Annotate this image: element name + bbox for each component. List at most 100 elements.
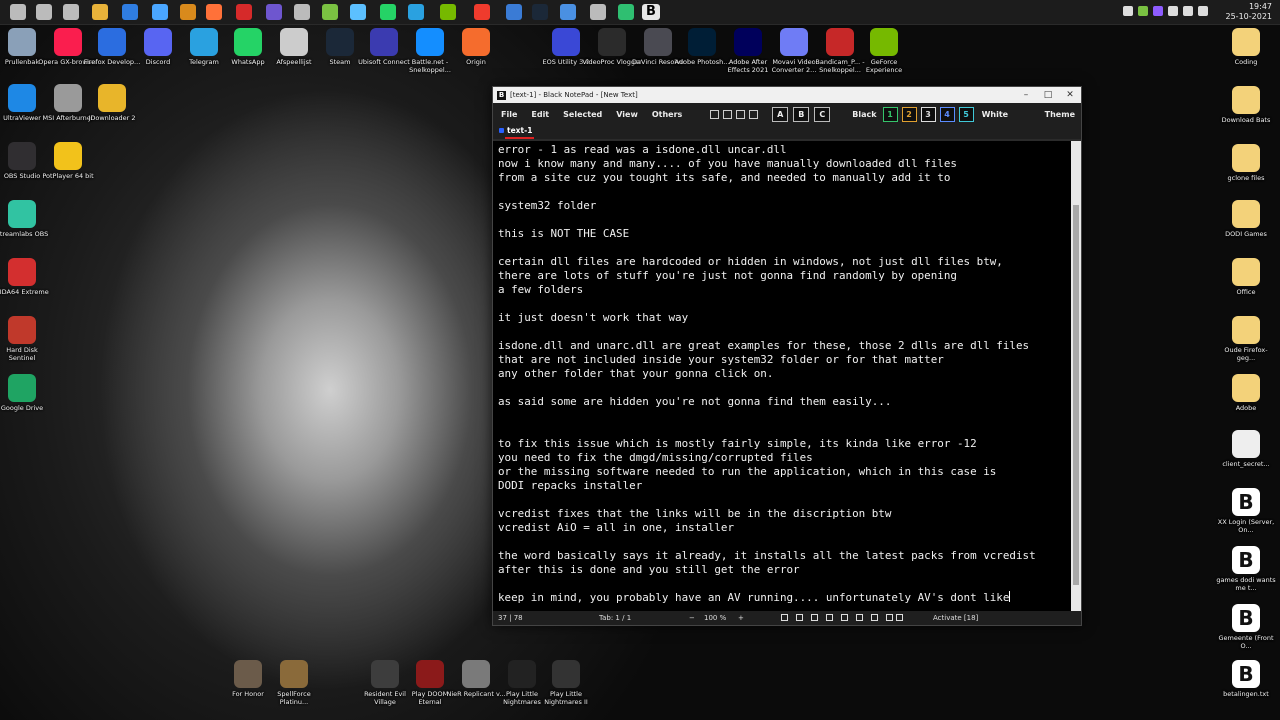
tray-app-icon[interactable] <box>1138 6 1148 16</box>
taskbar-app-icon[interactable] <box>206 4 222 20</box>
desktop-shortcut[interactable]: Hard Disk Sentinel <box>0 316 52 362</box>
taskbar-app-icon[interactable] <box>590 4 606 20</box>
desktop-shortcut[interactable]: Download Bats <box>1216 86 1276 124</box>
desktop-shortcut[interactable]: Coding <box>1216 28 1276 66</box>
desktop-shortcut[interactable]: client_secret... <box>1216 430 1276 468</box>
copy-icon[interactable] <box>723 109 733 119</box>
taskbar-app-icon[interactable] <box>408 4 424 20</box>
desktop-shortcut[interactable]: B Gemeente (Front O... <box>1216 604 1276 650</box>
desktop-shortcut[interactable]: GeForce Experience <box>854 28 914 74</box>
desktop-shortcut[interactable]: DODI Games <box>1216 200 1276 238</box>
taskbar-app-icon[interactable] <box>236 4 252 20</box>
tab-text-1[interactable]: text-1 <box>498 125 535 139</box>
taskbar-app-icon[interactable] <box>532 4 548 20</box>
taskbar-app-icon[interactable] <box>10 4 26 20</box>
black-theme-button[interactable]: Black <box>852 110 876 119</box>
color-slot-1[interactable]: 1 <box>882 106 898 122</box>
menu-edit[interactable]: Edit <box>531 110 549 119</box>
desktop-shortcut[interactable]: B XX Login (Server, On... <box>1216 488 1276 534</box>
color-slot-4[interactable]: 4 <box>939 106 955 122</box>
settings-icon[interactable] <box>781 614 788 621</box>
clock[interactable]: 19:47 25-10-2021 <box>1226 2 1273 22</box>
scrollbar-thumb[interactable] <box>1073 205 1079 585</box>
desktop-shortcut[interactable]: Streamlabs OBS <box>0 200 52 238</box>
taskbar-app-icon[interactable] <box>294 4 310 20</box>
text-editor[interactable]: error - 1 as read was a isdone.dll uncar… <box>493 141 1071 611</box>
black-notepad-window: B [text-1] - Black NotePad - [New Text] … <box>492 86 1082 626</box>
word-wrap-icon[interactable] <box>871 614 878 621</box>
color-slot-2[interactable]: 2 <box>901 106 917 122</box>
taskbar-app-icon[interactable] <box>36 4 52 20</box>
cut-icon[interactable] <box>736 109 746 119</box>
desktop-shortcut[interactable]: gclone files <box>1216 144 1276 182</box>
desktop-shortcut[interactable]: Oude Firefox-geg... <box>1216 316 1276 362</box>
taskbar-app-icon[interactable] <box>560 4 576 20</box>
taskbar-app-icon[interactable] <box>122 4 138 20</box>
desktop-shortcut[interactable]: Adobe <box>1216 374 1276 412</box>
sort-alt-icon[interactable] <box>826 614 833 621</box>
desktop-shortcut[interactable]: JDownloader 2 <box>82 84 142 122</box>
zoom-in-button[interactable]: + <box>738 614 744 622</box>
taskbar-app-icon[interactable] <box>63 4 79 20</box>
sort-icon[interactable] <box>811 614 818 621</box>
format-button-b[interactable]: B <box>793 106 810 122</box>
minimize-icon[interactable]: – <box>1015 90 1037 100</box>
taskbar-app-icon[interactable] <box>474 4 490 20</box>
taskbar-app-icon[interactable] <box>618 4 634 20</box>
desktop-shortcut[interactable]: AIDA64 Extreme <box>0 258 52 296</box>
editor-content[interactable]: error - 1 as read was a isdone.dll uncar… <box>493 141 1071 605</box>
format-button-c[interactable]: C <box>814 106 831 122</box>
playlist-icon <box>280 28 308 56</box>
app-logo-icon: B <box>497 90 506 100</box>
menu-view[interactable]: View <box>616 110 638 119</box>
black-notepad-taskbar-button[interactable]: B <box>642 4 660 20</box>
desktop-shortcut-label: XX Login (Server, On... <box>1217 518 1275 534</box>
desktop-shortcut[interactable]: Bgames dodi wants me t... <box>1216 546 1276 592</box>
vertical-scrollbar[interactable] <box>1071 141 1081 611</box>
fullscreen-icon[interactable] <box>856 614 863 621</box>
hard-disk-sentinel-icon <box>8 316 36 344</box>
desktop-shortcut[interactable]: Play Little Nightmares II <box>536 660 596 706</box>
taskbar-app-icon[interactable] <box>380 4 396 20</box>
taskbar-app-icon[interactable] <box>180 4 196 20</box>
theme-menu[interactable]: Theme <box>1045 110 1075 119</box>
menu-file[interactable]: File <box>501 110 517 119</box>
desktop-shortcut[interactable]: Bbetalingen.txt <box>1216 660 1276 698</box>
chevron-up-icon[interactable] <box>1123 6 1133 16</box>
desktop-shortcut-label: Gemeente (Front O... <box>1218 634 1274 650</box>
window-titlebar[interactable]: B [text-1] - Black NotePad - [New Text] … <box>493 87 1081 103</box>
zoom-out-button[interactable]: − <box>689 614 695 622</box>
taskbar-app-icon[interactable] <box>350 4 366 20</box>
taskbar-app-icon[interactable] <box>440 4 456 20</box>
tray-app-icon[interactable] <box>1153 6 1163 16</box>
menu-others[interactable]: Others <box>652 110 682 119</box>
close-icon[interactable]: ✕ <box>1059 90 1081 100</box>
volume-icon[interactable] <box>1183 6 1193 16</box>
taskbar-app-icon[interactable] <box>92 4 108 20</box>
taskbar-app-icon[interactable] <box>266 4 282 20</box>
language-icon[interactable] <box>1198 6 1208 16</box>
taskbar-app-icon[interactable] <box>322 4 338 20</box>
taskbar-app-icon[interactable] <box>506 4 522 20</box>
menu-selected[interactable]: Selected <box>563 110 602 119</box>
font-size-icon[interactable] <box>886 614 893 621</box>
list-icon[interactable] <box>841 614 848 621</box>
editor-line: system32 folder <box>498 199 597 212</box>
color-slot-5[interactable]: 5 <box>958 106 974 122</box>
info-icon[interactable] <box>796 614 803 621</box>
font-icon[interactable] <box>896 614 903 621</box>
maximize-icon[interactable]: □ <box>1037 90 1059 100</box>
desktop-shortcut[interactable]: Office <box>1216 258 1276 296</box>
format-button-a[interactable]: A <box>772 106 789 122</box>
color-slot-3[interactable]: 3 <box>920 106 936 122</box>
desktop-shortcut[interactable]: SpellForce Platinu... <box>264 660 324 706</box>
paste-icon[interactable] <box>749 109 759 119</box>
white-theme-button[interactable]: White <box>982 110 1009 119</box>
desktop-shortcut[interactable]: Google Drive <box>0 374 52 412</box>
desktop-shortcut[interactable]: PotPlayer 64 bit <box>38 142 98 180</box>
taskbar-app-icon[interactable] <box>152 4 168 20</box>
desktop-shortcut[interactable]: Origin <box>446 28 506 66</box>
network-icon[interactable] <box>1168 6 1178 16</box>
potplayer-icon <box>54 142 82 170</box>
checkbox-icon[interactable] <box>710 109 720 119</box>
